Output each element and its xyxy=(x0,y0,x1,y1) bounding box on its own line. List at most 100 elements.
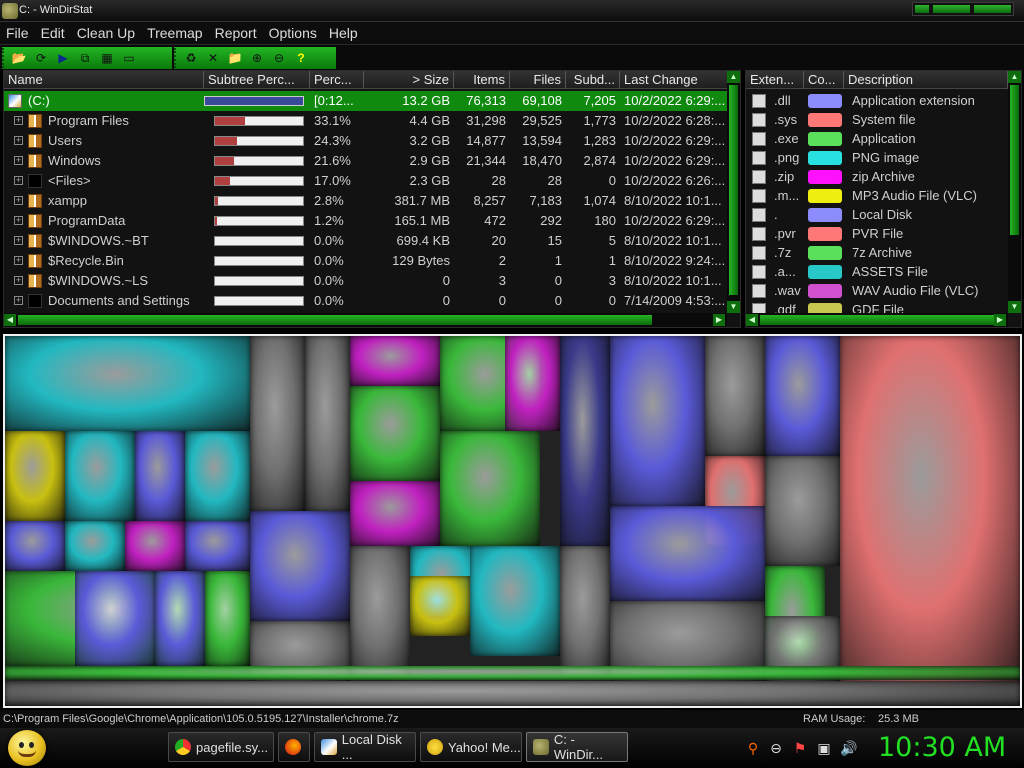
recycle-delete-icon[interactable]: ♻ xyxy=(180,48,202,68)
list-item[interactable]: . Local Disk xyxy=(746,205,1008,225)
copy-icon[interactable]: ⧉ xyxy=(74,48,96,68)
help-icon[interactable]: ? xyxy=(290,48,312,68)
treemap-tile[interactable] xyxy=(610,506,765,601)
col-color[interactable]: Co... xyxy=(804,71,844,89)
scroll-right-arrow[interactable]: ▶ xyxy=(994,314,1006,326)
scroll-left-arrow[interactable]: ◀ xyxy=(746,314,758,326)
minus-circle-icon[interactable]: ⊖ xyxy=(768,740,784,756)
open-icon[interactable]: 📂 xyxy=(8,48,30,68)
zoom-out-icon[interactable]: ⊖ xyxy=(268,48,290,68)
delete-icon[interactable]: ✕ xyxy=(202,48,224,68)
scroll-thumb[interactable] xyxy=(760,315,994,325)
col-size[interactable]: > Size xyxy=(364,71,454,89)
list-item[interactable]: .dll Application extension xyxy=(746,91,1008,111)
scroll-thumb[interactable] xyxy=(1010,85,1019,235)
expand-icon[interactable]: + xyxy=(14,176,23,185)
scroll-down-arrow[interactable]: ▼ xyxy=(727,301,740,313)
treemap-tile[interactable] xyxy=(125,521,185,571)
scroll-right-arrow[interactable]: ▶ xyxy=(713,314,725,326)
expand-icon[interactable]: + xyxy=(14,236,23,245)
expand-icon[interactable]: + xyxy=(14,116,23,125)
expand-icon[interactable]: + xyxy=(14,136,23,145)
treemap-tile[interactable] xyxy=(5,521,65,571)
folder-icon[interactable]: 📁 xyxy=(224,48,246,68)
cmd-icon[interactable]: ▭ xyxy=(118,48,140,68)
extension-hscroll[interactable]: ◀ ▶ xyxy=(746,313,1008,327)
treemap[interactable] xyxy=(3,334,1022,708)
menu-help[interactable]: Help xyxy=(323,25,364,41)
treemap-tile[interactable] xyxy=(560,336,610,546)
scroll-up-arrow[interactable]: ▲ xyxy=(727,71,740,83)
treemap-tile[interactable] xyxy=(5,336,250,431)
table-row[interactable]: + ProgramData 1.2% 165.1 MB 472 292 180 10/2/20… xyxy=(4,211,727,231)
menu-clean-up[interactable]: Clean Up xyxy=(71,25,141,41)
menu-edit[interactable]: Edit xyxy=(35,25,71,41)
col-subtree-perc[interactable]: Subtree Perc... xyxy=(204,71,310,89)
table-row[interactable]: + $WINDOWS.~BT 0.0% 699.4 KB 20 15 5 8/10/2022 … xyxy=(4,231,727,251)
treemap-tile[interactable] xyxy=(250,511,350,621)
task-chrome[interactable]: pagefile.sy... xyxy=(168,732,274,762)
menu-report[interactable]: Report xyxy=(209,25,263,41)
treemap-tile[interactable] xyxy=(350,386,440,481)
treemap-tile[interactable] xyxy=(250,336,305,511)
expand-icon[interactable]: + xyxy=(14,216,23,225)
treemap-tile[interactable] xyxy=(410,576,470,636)
expand-icon[interactable]: + xyxy=(14,256,23,265)
minimize-button[interactable] xyxy=(915,5,930,13)
list-item[interactable]: .zip zip Archive xyxy=(746,167,1008,187)
treemap-tile[interactable] xyxy=(75,571,155,666)
menu-file[interactable]: File xyxy=(0,25,35,41)
expand-icon[interactable]: + xyxy=(14,156,23,165)
close-button[interactable] xyxy=(974,5,1011,13)
treemap-tile[interactable] xyxy=(440,431,540,546)
menu-options[interactable]: Options xyxy=(263,25,323,41)
scroll-up-arrow[interactable]: ▲ xyxy=(1008,71,1021,83)
col-last-change[interactable]: Last Change xyxy=(620,71,728,89)
expand-icon[interactable]: + xyxy=(14,196,23,205)
scroll-thumb[interactable] xyxy=(729,85,738,295)
treemap-tile[interactable] xyxy=(765,456,840,566)
treemap-tile[interactable] xyxy=(350,336,440,386)
treemap-tile[interactable] xyxy=(470,546,560,656)
table-row[interactable]: + xampp 2.8% 381.7 MB 8,257 7,183 1,074 8/10/20… xyxy=(4,191,727,211)
treemap-tile[interactable] xyxy=(135,431,185,521)
treemap-tile[interactable] xyxy=(765,336,840,456)
zoom-in-icon[interactable]: ⊕ xyxy=(246,48,268,68)
treemap-tile[interactable] xyxy=(5,666,1020,680)
table-row[interactable]: + $Recycle.Bin 0.0% 129 Bytes 2 1 1 8/10/2022 9… xyxy=(4,251,727,271)
treemap-tile[interactable] xyxy=(610,336,705,506)
treemap-tile[interactable] xyxy=(65,431,135,521)
scroll-left-arrow[interactable]: ◀ xyxy=(4,314,16,326)
treemap-tile[interactable] xyxy=(5,681,1020,706)
list-item[interactable]: .pvr PVR File xyxy=(746,224,1008,244)
table-row[interactable]: + Users 24.3% 3.2 GB 14,877 13,594 1,283 10/2/2… xyxy=(4,131,727,151)
treemap-tile[interactable] xyxy=(65,521,125,571)
maximize-button[interactable] xyxy=(933,5,971,13)
col-perc[interactable]: Perc... xyxy=(310,71,364,89)
treemap-tile[interactable] xyxy=(155,571,205,666)
task-firefox[interactable] xyxy=(278,732,310,762)
list-item[interactable]: .wav WAV Audio File (VLC) xyxy=(746,281,1008,301)
network-icon[interactable]: ▣ xyxy=(816,740,832,756)
table-row[interactable]: + <Files> 17.0% 2.3 GB 28 28 0 10/2/2022 6:26:.… xyxy=(4,171,727,191)
list-item[interactable]: .exe Application xyxy=(746,129,1008,149)
treemap-tile[interactable] xyxy=(560,546,610,676)
menu-treemap[interactable]: Treemap xyxy=(141,25,209,41)
expand-icon[interactable]: + xyxy=(14,296,23,305)
treemap-tile[interactable] xyxy=(185,521,250,571)
task-yahoo-messenger[interactable]: Yahoo! Me... xyxy=(420,732,522,762)
run-icon[interactable]: ▶ xyxy=(52,48,74,68)
treemap-tile[interactable] xyxy=(350,546,410,676)
list-item[interactable]: .sys System file xyxy=(746,110,1008,130)
col-files[interactable]: Files xyxy=(510,71,566,89)
table-row[interactable]: (C:) [0:12... 13.2 GB 76,313 69,108 7,205 10/2… xyxy=(4,91,727,111)
col-description[interactable]: Description xyxy=(844,71,1008,89)
table-row[interactable]: + Windows 21.6% 2.9 GB 21,344 18,470 2,874 10/2… xyxy=(4,151,727,171)
volume-icon[interactable]: 🔊 xyxy=(840,740,857,756)
network-error-icon[interactable]: ⚑ xyxy=(792,740,808,756)
treemap-tile[interactable] xyxy=(350,481,440,546)
refresh-icon[interactable]: ⟳ xyxy=(30,48,52,68)
list-item[interactable]: .png PNG image xyxy=(746,148,1008,168)
task-windirstat[interactable]: C: - WinDir... xyxy=(526,732,628,762)
col-extension[interactable]: Exten... xyxy=(746,71,804,89)
